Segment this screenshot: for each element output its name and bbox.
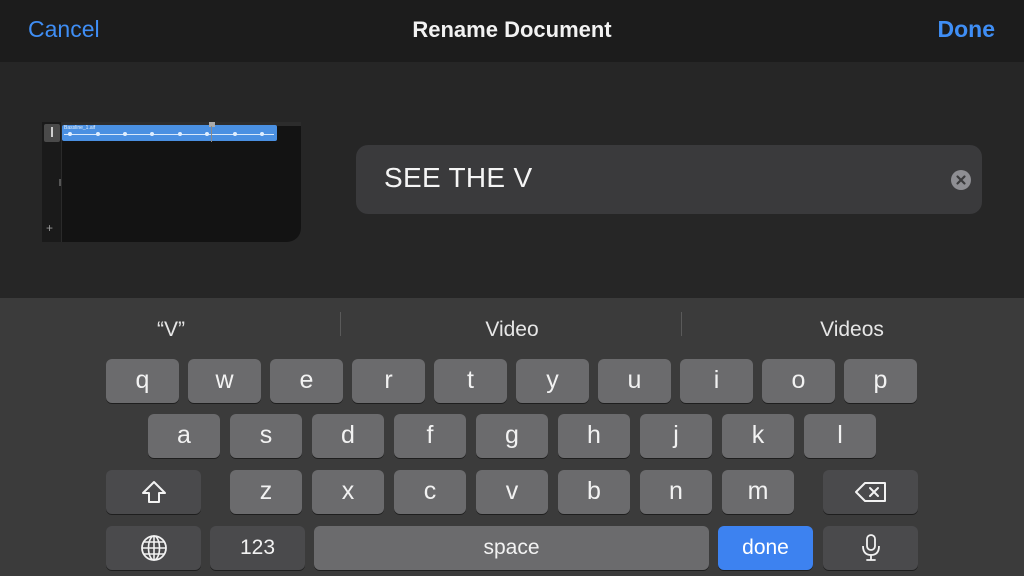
- audio-region-label: Bassline_1.aif: [64, 125, 96, 131]
- document-name-field[interactable]: SEE THE V: [356, 145, 982, 214]
- waveform-dot: [150, 132, 154, 136]
- numbers-key[interactable]: 123: [210, 526, 305, 570]
- waveform-dot: [178, 132, 182, 136]
- key-a[interactable]: a: [148, 414, 220, 458]
- key-l[interactable]: l: [804, 414, 876, 458]
- globe-icon: [140, 535, 167, 561]
- key-b[interactable]: b: [558, 470, 630, 514]
- suggestion-divider: [681, 312, 682, 336]
- waveform-dot: [123, 132, 127, 136]
- plus-icon: +: [46, 221, 54, 235]
- document-thumbnail: + Bassline_1.aif: [42, 122, 301, 242]
- key-y[interactable]: y: [516, 359, 589, 403]
- key-e[interactable]: e: [270, 359, 343, 403]
- done-button[interactable]: Done: [938, 16, 996, 43]
- keyboard-done-key[interactable]: done: [718, 526, 813, 570]
- navigation-bar: Cancel Rename Document Done: [0, 0, 1024, 62]
- key-r[interactable]: r: [352, 359, 425, 403]
- key-m[interactable]: m: [722, 470, 794, 514]
- track-divider-mark: [59, 179, 61, 186]
- delete-key[interactable]: [823, 470, 918, 514]
- key-n[interactable]: n: [640, 470, 712, 514]
- key-w[interactable]: w: [188, 359, 261, 403]
- suggestion-2[interactable]: Video: [362, 318, 662, 342]
- key-f[interactable]: f: [394, 414, 466, 458]
- key-q[interactable]: q: [106, 359, 179, 403]
- waveform-dot: [96, 132, 100, 136]
- waveform-dot: [233, 132, 237, 136]
- microphone-icon: [861, 534, 880, 561]
- waveform-dot: [205, 132, 209, 136]
- globe-key[interactable]: [106, 526, 201, 570]
- delete-icon: [854, 482, 886, 502]
- key-c[interactable]: c: [394, 470, 466, 514]
- key-i[interactable]: i: [680, 359, 753, 403]
- microphone-key[interactable]: [823, 526, 918, 570]
- key-d[interactable]: d: [312, 414, 384, 458]
- waveform-dot: [68, 132, 72, 136]
- shift-icon: [141, 481, 166, 503]
- key-v[interactable]: v: [476, 470, 548, 514]
- suggestion-1[interactable]: “V”: [21, 318, 321, 342]
- waveform-dot: [260, 132, 264, 136]
- clear-icon: [956, 175, 966, 185]
- key-p[interactable]: p: [844, 359, 917, 403]
- rename-document-screen: Cancel Rename Document Done + Bassline_1…: [0, 0, 1024, 576]
- key-z[interactable]: z: [230, 470, 302, 514]
- key-o[interactable]: o: [762, 359, 835, 403]
- playhead-icon: [209, 122, 215, 127]
- audio-region: Bassline_1.aif: [62, 125, 277, 141]
- on-screen-keyboard: “V” Video Videos q w e r t y u i o p a s…: [0, 298, 1024, 576]
- key-t[interactable]: t: [434, 359, 507, 403]
- suggestion-divider: [340, 312, 341, 336]
- key-u[interactable]: u: [598, 359, 671, 403]
- suggestion-3[interactable]: Videos: [702, 318, 1002, 342]
- key-j[interactable]: j: [640, 414, 712, 458]
- track-icon: [44, 124, 60, 142]
- key-h[interactable]: h: [558, 414, 630, 458]
- clear-text-button[interactable]: [951, 170, 971, 190]
- shift-key[interactable]: [106, 470, 201, 514]
- key-g[interactable]: g: [476, 414, 548, 458]
- page-title: Rename Document: [412, 17, 612, 42]
- key-k[interactable]: k: [722, 414, 794, 458]
- document-name-input[interactable]: SEE THE V: [384, 162, 532, 194]
- space-key[interactable]: space: [314, 526, 709, 570]
- key-s[interactable]: s: [230, 414, 302, 458]
- playhead-line: [211, 126, 212, 142]
- key-x[interactable]: x: [312, 470, 384, 514]
